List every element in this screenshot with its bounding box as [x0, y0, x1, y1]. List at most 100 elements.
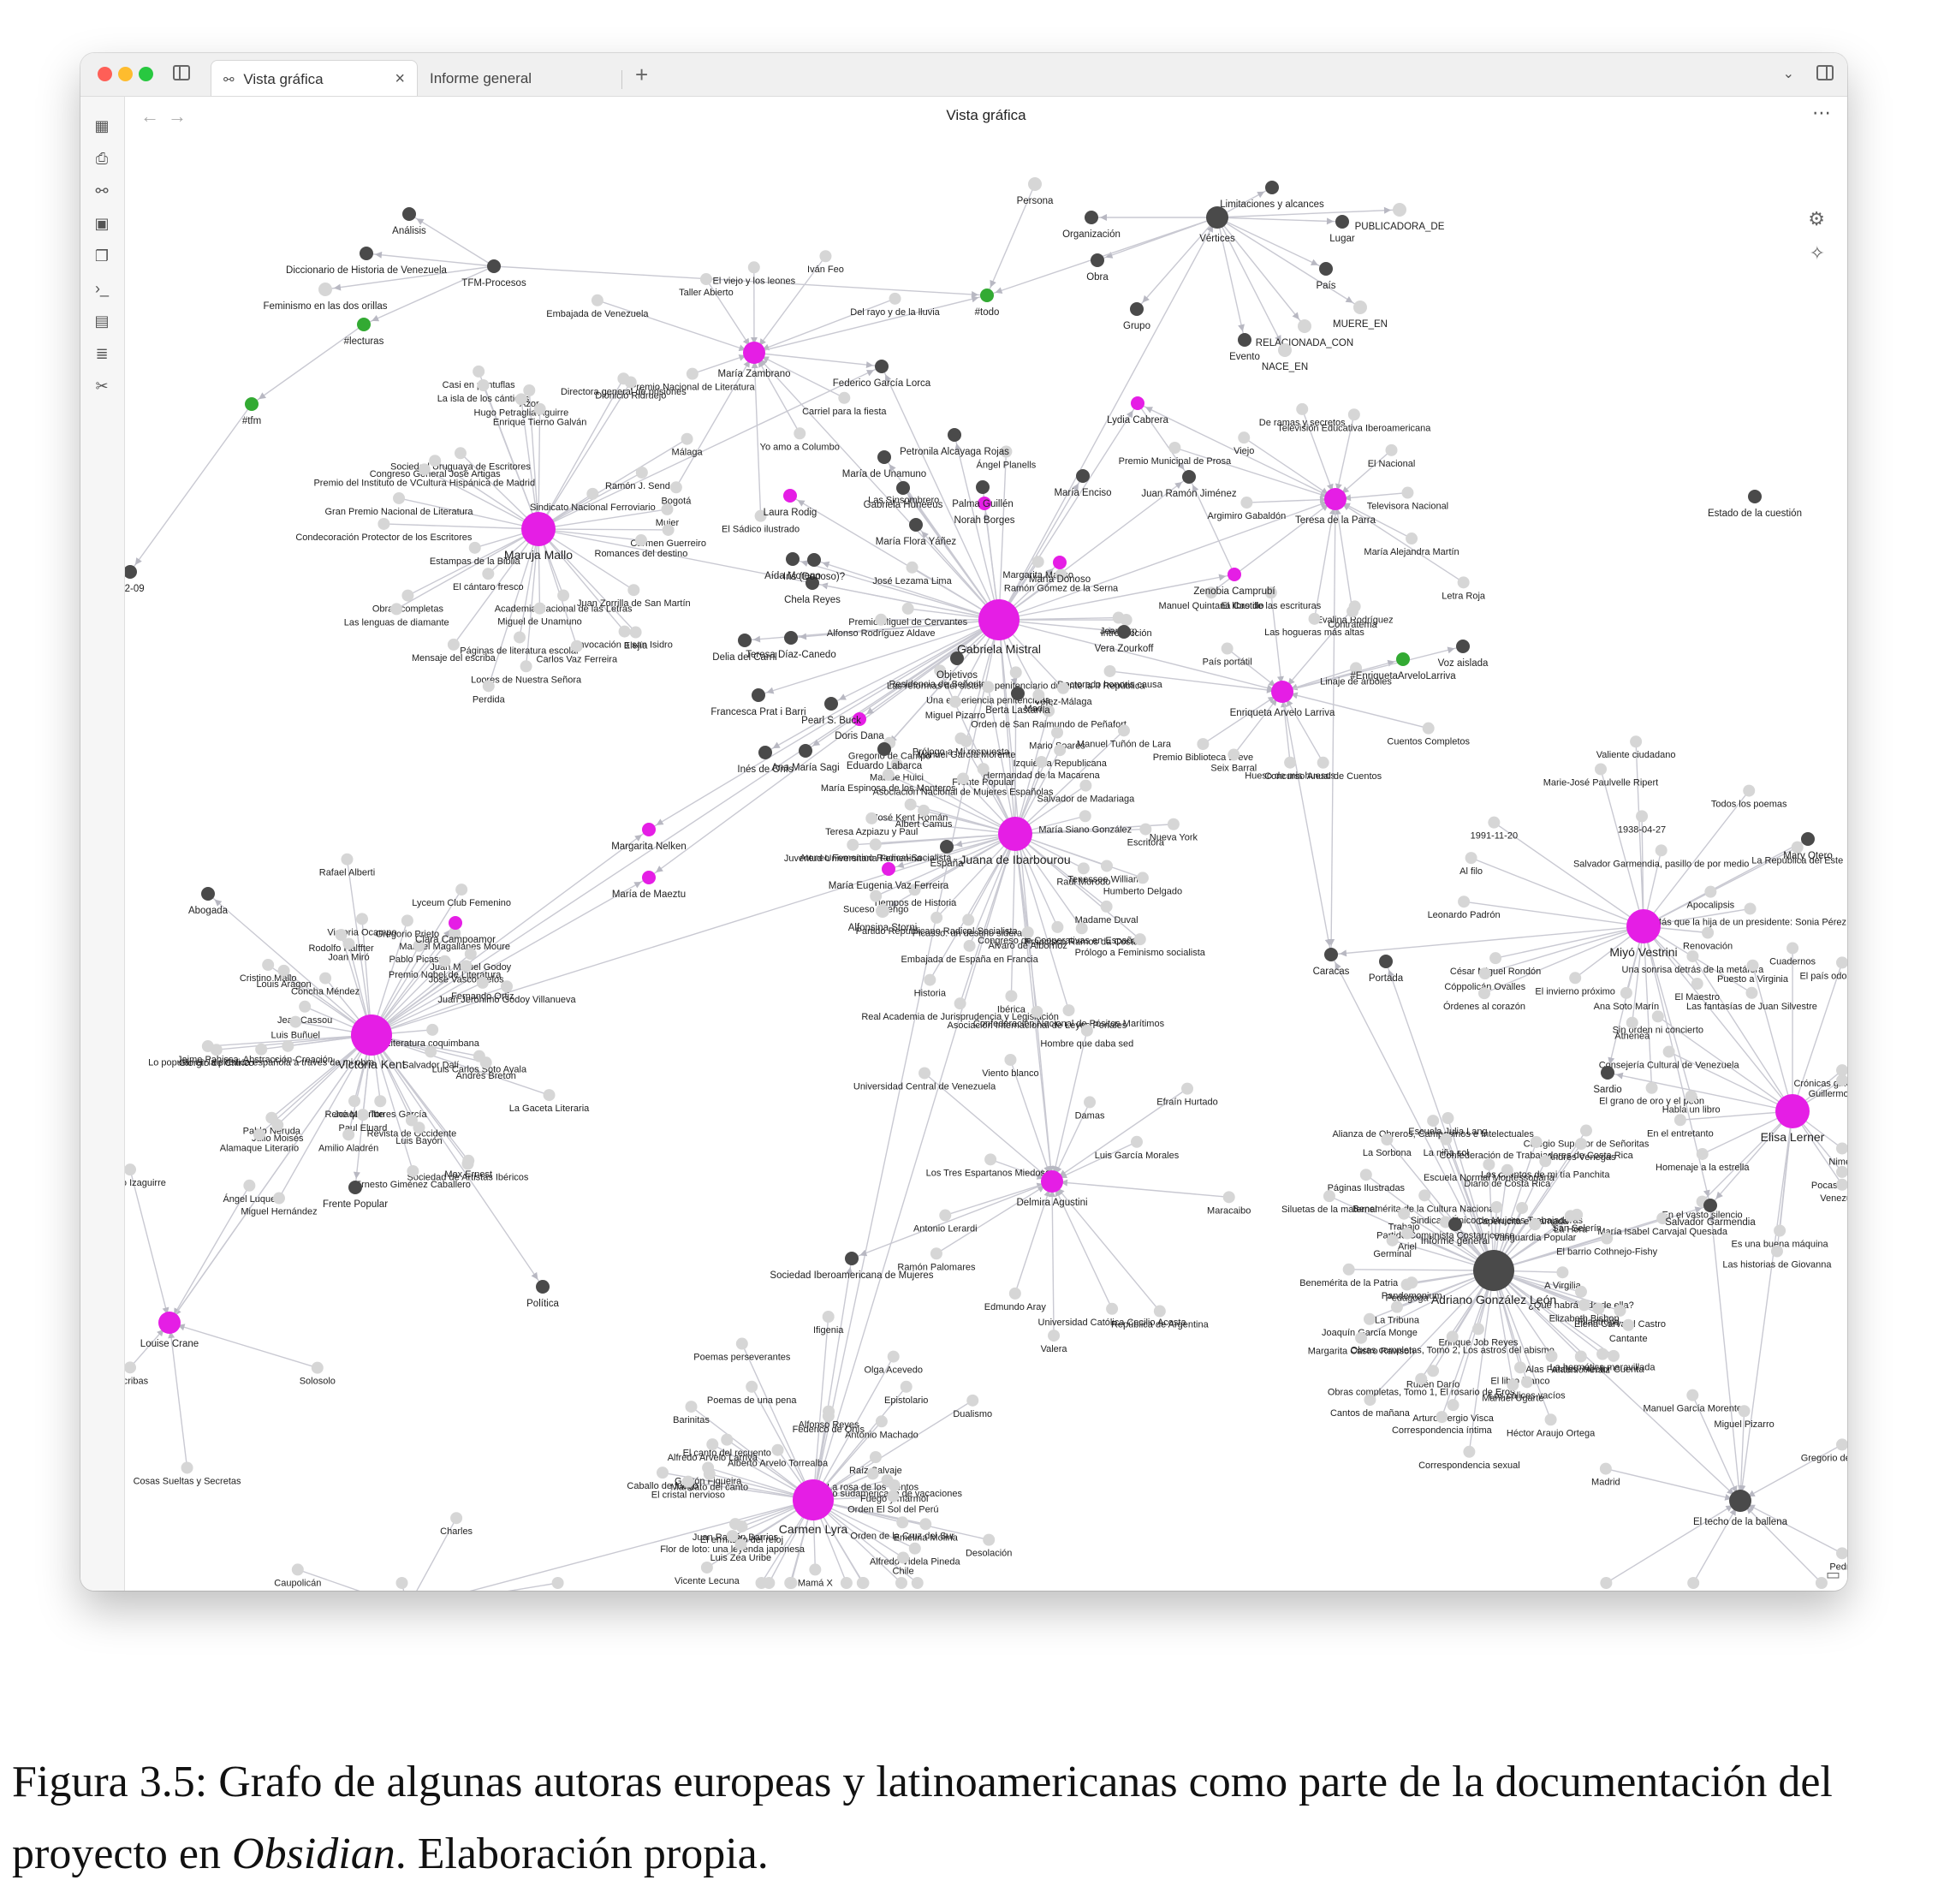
graph-node-attachment[interactable] — [181, 1461, 193, 1474]
graph-node-sardio[interactable] — [1601, 1066, 1614, 1080]
graph-node-attachment[interactable] — [919, 1518, 932, 1531]
minimize-window-button[interactable] — [118, 67, 133, 81]
graph-node-attachment[interactable] — [1458, 895, 1471, 908]
graph-node-evento[interactable] — [1238, 333, 1251, 347]
graph-node-attachment[interactable] — [500, 980, 513, 993]
graph-node-attachment[interactable] — [1651, 1010, 1664, 1023]
graph-node-attachment[interactable] — [1355, 1331, 1368, 1344]
graph-node-attachment[interactable] — [771, 1443, 784, 1456]
right-sidebar-toggle-icon[interactable] — [1816, 65, 1834, 80]
graph-node-attachment[interactable] — [618, 625, 631, 638]
graph-node-attachment[interactable] — [1770, 1245, 1783, 1258]
graph-node-attachment[interactable] — [1031, 556, 1044, 568]
graph-node-vozaislada[interactable] — [1456, 640, 1470, 653]
graph-node-attachment[interactable] — [543, 1089, 556, 1102]
graph-node-attachment[interactable] — [1080, 1024, 1093, 1037]
graph-node-camprubi[interactable] — [1228, 568, 1241, 581]
graph-node-attachment[interactable] — [726, 1530, 739, 1543]
graph-node-attachment[interactable] — [1575, 1138, 1588, 1151]
graph-node-parra[interactable] — [1324, 488, 1346, 510]
graph-node-attachment[interactable] — [1630, 735, 1643, 748]
graph-node-attachment[interactable] — [948, 695, 961, 708]
graph-node-attachment[interactable] — [1457, 576, 1470, 589]
graph-node-arvelo[interactable] — [1271, 681, 1293, 703]
graph-node-attachment[interactable] — [1530, 1135, 1543, 1148]
graph-node-portanda[interactable] — [940, 840, 954, 854]
graph-node-attachment[interactable] — [1477, 987, 1490, 1000]
graph-node-attachment[interactable] — [1415, 1372, 1428, 1385]
graph-node-limitaciones[interactable] — [1265, 181, 1279, 194]
graph-node-attachment[interactable] — [1406, 533, 1418, 545]
graph-node-eduardo[interactable] — [877, 742, 891, 756]
graph-node-attachment[interactable] — [957, 772, 970, 785]
graph-node-enciso[interactable] — [1076, 469, 1090, 483]
graph-node-attachment[interactable] — [1427, 1115, 1440, 1128]
grid-icon[interactable]: ▦ — [92, 116, 112, 136]
graph-node-ines[interactable] — [758, 746, 772, 759]
graph-node-attachment[interactable] — [729, 1518, 742, 1531]
graph-node-obra[interactable] — [1091, 253, 1104, 267]
graph-node-attachment[interactable] — [1440, 1133, 1453, 1145]
graph-node-attachment[interactable] — [425, 1045, 437, 1058]
graph-node-portada[interactable] — [1379, 955, 1393, 968]
graph-node-attachment[interactable] — [1744, 902, 1757, 915]
graph-node-attachment[interactable] — [401, 914, 413, 927]
graph-node-attachment[interactable] — [897, 1551, 910, 1564]
close-tab-icon[interactable]: × — [395, 69, 405, 89]
graph-node-attachment[interactable] — [1100, 900, 1113, 913]
graph-icon[interactable]: ⚯ — [92, 181, 112, 201]
graph-node-attachment[interactable] — [447, 638, 460, 651]
graph-node-attachment[interactable] — [1418, 1189, 1431, 1202]
graph-node-attachment[interactable] — [1607, 1349, 1620, 1362]
graph-node-attachment[interactable] — [763, 1577, 776, 1589]
graph-node-attachment[interactable] — [1539, 1155, 1552, 1168]
graph-node-attachment[interactable] — [1062, 1004, 1075, 1017]
graph-node-unamuno[interactable] — [877, 450, 891, 464]
graph-node-attachment[interactable] — [1228, 748, 1240, 761]
graph-node-zambrano[interactable] — [743, 342, 765, 364]
graph-node-attachment[interactable] — [895, 1577, 908, 1589]
graph-node-attachment[interactable] — [1745, 986, 1758, 999]
graph-node-attachment[interactable] — [533, 402, 546, 415]
graph-node-maryotero[interactable] — [1801, 832, 1815, 846]
graph-node-attachment[interactable] — [1513, 1361, 1526, 1374]
graph-node-attachment[interactable] — [629, 626, 642, 639]
graph-node-attachment[interactable] — [1447, 1399, 1459, 1412]
graph-node-attachment[interactable] — [407, 1164, 419, 1177]
graph-node-attachment[interactable] — [1077, 862, 1090, 875]
graph-node-attachment[interactable] — [785, 1577, 798, 1589]
graph-node-attachment[interactable] — [289, 1015, 302, 1028]
graph-node-attachment[interactable] — [656, 1467, 669, 1479]
graph-node-attachment[interactable] — [1136, 872, 1149, 884]
graph-node-attachment[interactable] — [822, 1410, 835, 1423]
graph-node-attachment[interactable] — [1836, 1547, 1847, 1560]
graph-node-attachment[interactable] — [1117, 724, 1130, 737]
graph-node-cabrera[interactable] — [1131, 396, 1144, 410]
graph-node-attachment[interactable] — [1398, 1207, 1411, 1220]
graph-node-attachment[interactable] — [514, 631, 526, 644]
graph-node-attachment[interactable] — [822, 1310, 835, 1323]
copy-icon[interactable]: ❐ — [92, 246, 112, 266]
graph-node-attachment[interactable] — [450, 1512, 463, 1525]
graph-node-attachment[interactable] — [586, 487, 599, 500]
graph-node-attachment[interactable] — [1100, 860, 1113, 872]
graph-node-attachment[interactable] — [847, 838, 859, 851]
graph-node-tfmtag[interactable] — [245, 397, 259, 411]
graph-node-attachment[interactable] — [900, 1380, 913, 1393]
graph-node-attachment[interactable] — [1673, 1114, 1686, 1127]
tab-vista-grafica[interactable]: ⚯ Vista gráfica × — [211, 60, 418, 96]
zoom-window-button[interactable] — [139, 67, 153, 81]
graph-node-attachment[interactable] — [982, 681, 995, 693]
graph-node-attachment[interactable] — [523, 384, 536, 396]
graph-node-attachment[interactable] — [838, 391, 851, 404]
graph-node-attachment[interactable] — [482, 680, 495, 693]
graph-node-todo[interactable] — [980, 289, 994, 302]
graph-node-attachment[interactable] — [963, 939, 976, 952]
graph-node-attachment[interactable] — [1051, 726, 1064, 739]
graph-node-attachment[interactable] — [1774, 1224, 1786, 1237]
graph-node-attachment[interactable] — [1596, 1348, 1609, 1360]
graph-node-attachment[interactable] — [201, 1040, 214, 1053]
graph-node-attachment[interactable] — [1836, 1438, 1847, 1451]
graph-node-attachment[interactable] — [476, 976, 489, 989]
graph-node-attachment[interactable] — [1520, 1376, 1533, 1389]
